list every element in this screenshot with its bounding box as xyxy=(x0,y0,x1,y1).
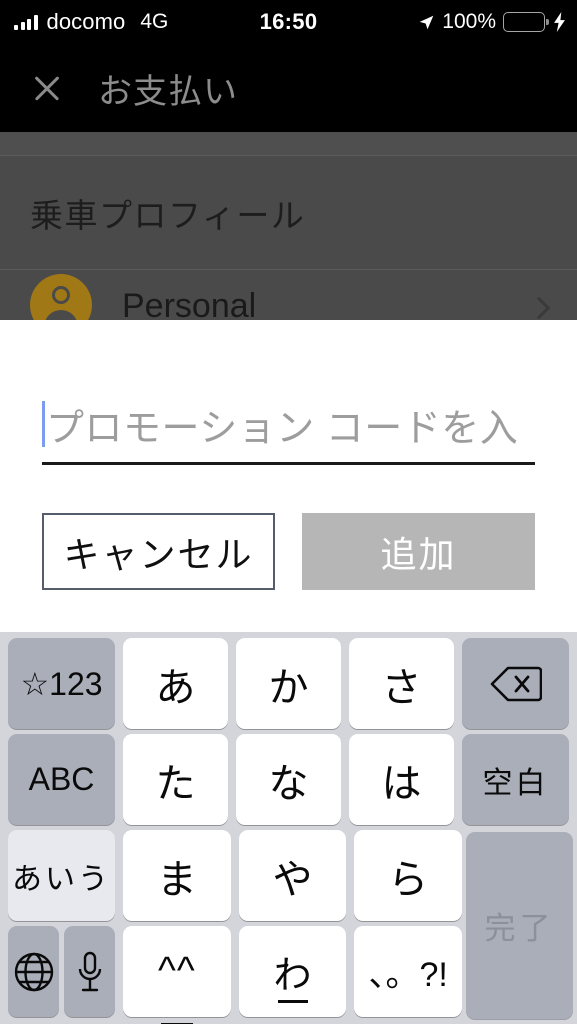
dimmed-background-content: 乗車プロフィール Personal xyxy=(0,132,577,336)
key-backspace[interactable] xyxy=(462,638,569,729)
key-ra[interactable]: ら xyxy=(354,830,463,921)
background-spacer xyxy=(0,132,577,155)
key-ka[interactable]: か xyxy=(236,638,341,729)
key-ta[interactable]: た xyxy=(123,734,228,825)
status-bar-right: 100% xyxy=(418,10,566,34)
chevron-right-icon xyxy=(527,296,551,320)
promo-code-input[interactable]: プロモーション コードを入 xyxy=(42,392,535,456)
key-microphone[interactable] xyxy=(64,926,115,1017)
input-underline xyxy=(42,462,535,465)
page-title: お支払い xyxy=(98,72,238,111)
key-space[interactable]: 空白 xyxy=(462,734,569,825)
key-emoticon[interactable]: ^^ xyxy=(123,926,231,1024)
key-globe[interactable] xyxy=(8,926,59,1017)
backspace-icon xyxy=(490,666,542,701)
battery-percent-label: 100% xyxy=(442,10,496,33)
microphone-icon xyxy=(78,951,101,991)
text-cursor xyxy=(42,401,45,447)
list-item-personal[interactable]: Personal xyxy=(0,270,577,336)
close-x-icon[interactable] xyxy=(30,71,64,105)
key-na[interactable]: な xyxy=(236,734,341,825)
key-ha[interactable]: は xyxy=(349,734,454,825)
keyboard-row-4-left-group xyxy=(8,926,115,1017)
key-emoticon-label: ^^ xyxy=(158,950,196,992)
section-header-ride-profile: 乗車プロフィール xyxy=(30,196,306,234)
key-punctuation[interactable]: 、。?! xyxy=(354,926,463,1017)
key-ya[interactable]: や xyxy=(238,830,347,921)
battery-full-icon xyxy=(503,12,549,32)
key-abc[interactable]: ABC xyxy=(8,734,115,825)
phone-screen: docomo 4G 16:50 100% お支払い 乗車プロフィール Perso… xyxy=(0,0,577,1024)
add-button[interactable]: 追加 xyxy=(302,513,535,590)
dialog-button-row: キャンセル 追加 xyxy=(42,513,535,590)
key-wa[interactable]: わ xyxy=(238,926,347,1017)
key-wa-label: わ xyxy=(273,955,312,997)
key-a[interactable]: あ xyxy=(123,638,228,729)
key-ma[interactable]: ま xyxy=(123,830,231,921)
location-arrow-icon xyxy=(419,15,434,29)
cancel-button[interactable]: キャンセル xyxy=(42,513,275,590)
status-bar: docomo 4G 16:50 100% xyxy=(0,0,577,44)
globe-icon xyxy=(14,952,53,991)
promo-code-placeholder: プロモーション コードを入 xyxy=(46,407,519,450)
app-nav-bar: お支払い xyxy=(0,44,577,132)
key-aiu[interactable]: あいう xyxy=(8,830,115,921)
key-symbols-123[interactable]: ☆123 xyxy=(8,638,115,729)
key-sa[interactable]: さ xyxy=(349,638,454,729)
promo-code-dialog: プロモーション コードを入 キャンセル 追加 xyxy=(0,320,577,632)
promo-code-field-wrap: プロモーション コードを入 xyxy=(42,392,535,465)
key-done[interactable]: 完了 xyxy=(466,832,573,1019)
keyboard-row-1: ☆123 あ か さ xyxy=(4,638,573,729)
keyboard-row-2: ABC た な は 空白 xyxy=(4,734,573,825)
lightning-bolt-icon xyxy=(554,12,565,32)
japanese-keyboard: ☆123 あ か さ ABC た な は 空白 あいう ま や ら ^^ わ 、… xyxy=(0,632,577,1024)
